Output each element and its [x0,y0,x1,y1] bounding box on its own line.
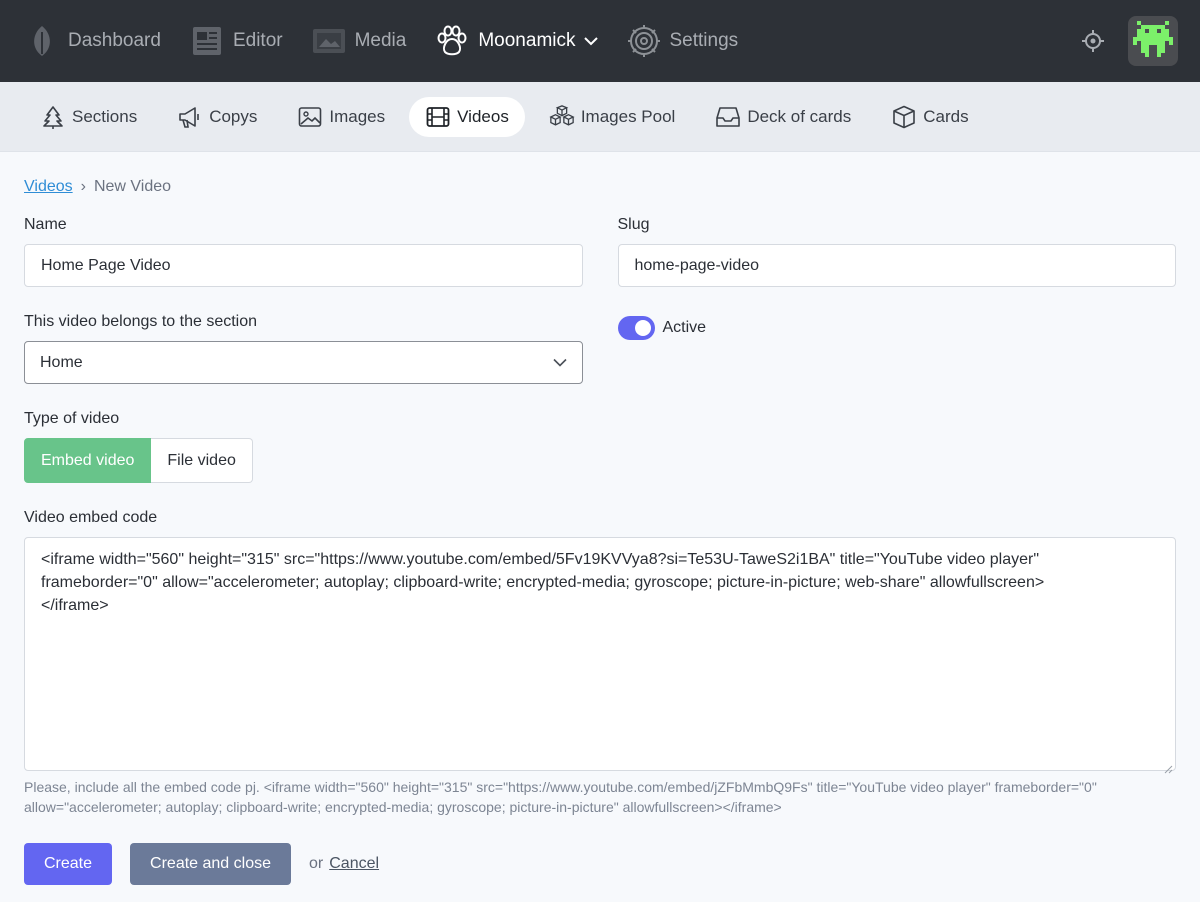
type-label: Type of video [24,410,120,427]
leaf-icon [24,23,60,59]
slug-input[interactable]: home-page-video [617,244,1176,287]
embed-video-button[interactable]: Embed video [24,438,152,483]
main-content: Videos › New Video Name Home Page Video … [0,152,1200,885]
nav-editor-label: Editor [232,30,283,51]
breadcrumb-separator: › [80,178,86,195]
tab-sections-label: Sections [72,106,138,126]
embed-code-line: <iframe width="560" height="315" src="ht… [41,551,1039,568]
embed-label: Video embed code [24,509,158,526]
film-icon [425,104,451,130]
tab-cards-label: Cards [923,106,969,126]
newspaper-icon [189,23,225,59]
tree-icon [40,104,66,130]
locate-icon[interactable] [1080,28,1106,54]
tab-sections[interactable]: Sections [24,97,153,137]
photo-icon [311,23,347,59]
active-toggle[interactable] [617,316,655,340]
avatar[interactable] [1128,16,1178,66]
tab-images-label: Images [329,106,386,126]
embed-code-line: </iframe> [41,597,109,614]
image-icon [297,104,323,130]
tab-videos[interactable]: Videos [409,96,525,137]
megaphone-icon [177,104,203,130]
toggle-knob [634,320,651,336]
tab-images-pool[interactable]: Images Pool [533,97,692,137]
inbox-icon [715,104,741,130]
tab-images[interactable]: Images [281,97,401,137]
chevron-down-icon [552,354,567,372]
sub-navbar: Sections Copys Images Videos Images Pool… [0,82,1200,152]
nav-moonamick-label: Moonamick [478,30,576,51]
breadcrumb-current: New Video [93,178,172,195]
nav-settings-label: Settings [669,30,739,51]
create-button[interactable]: Create [24,843,113,885]
active-label: Active [662,319,707,336]
top-navbar: Dashboard Editor Media Moonamick Setting… [0,0,1200,82]
nav-dashboard[interactable]: Dashboard [24,0,161,82]
nav-dashboard-label: Dashboard [68,30,161,51]
or-text: or [309,855,324,872]
section-select[interactable]: Home [24,341,583,384]
tab-copys-label: Copys [209,106,258,126]
nav-editor[interactable]: Editor [189,0,283,82]
tab-deck-of-cards-label: Deck of cards [747,106,852,126]
tab-videos-label: Videos [457,106,509,126]
tab-deck-of-cards[interactable]: Deck of cards [699,97,867,137]
paw-icon [434,23,470,59]
cubes-icon [549,104,575,130]
box-icon [891,104,917,130]
breadcrumb: Videos › New Video [24,176,1176,198]
nav-media[interactable]: Media [311,0,407,82]
name-label: Name [24,216,67,233]
nav-moonamick[interactable]: Moonamick [434,0,598,82]
tab-copys[interactable]: Copys [161,97,273,137]
resize-handle-icon[interactable] [1163,758,1173,774]
video-type-toggle: Embed video File video [24,438,1176,483]
nav-settings[interactable]: Settings [626,0,739,82]
breadcrumb-videos-link[interactable]: Videos [24,178,73,196]
gear-icon [626,23,662,59]
tab-cards[interactable]: Cards [875,97,984,137]
nav-media-label: Media [354,30,407,51]
embed-code-line: frameborder="0" allow="accelerometer; au… [41,574,1045,591]
create-and-close-button[interactable]: Create and close [130,843,291,885]
top-right-tools [1080,0,1178,82]
cancel-link[interactable]: Cancel [329,855,379,873]
chevron-down-icon [583,36,598,46]
file-video-button[interactable]: File video [151,438,253,483]
slug-label: Slug [617,216,650,233]
embed-hint: Please, include all the embed code pj. <… [24,779,1097,815]
section-select-value: Home [40,353,83,371]
form-actions: Create Create and close or Cancel [24,843,1176,885]
name-input[interactable]: Home Page Video [24,244,583,287]
section-label: This video belongs to the section [24,313,258,330]
embed-code-textarea[interactable]: <iframe width="560" height="315" src="ht… [24,537,1176,774]
tab-images-pool-label: Images Pool [580,106,676,126]
